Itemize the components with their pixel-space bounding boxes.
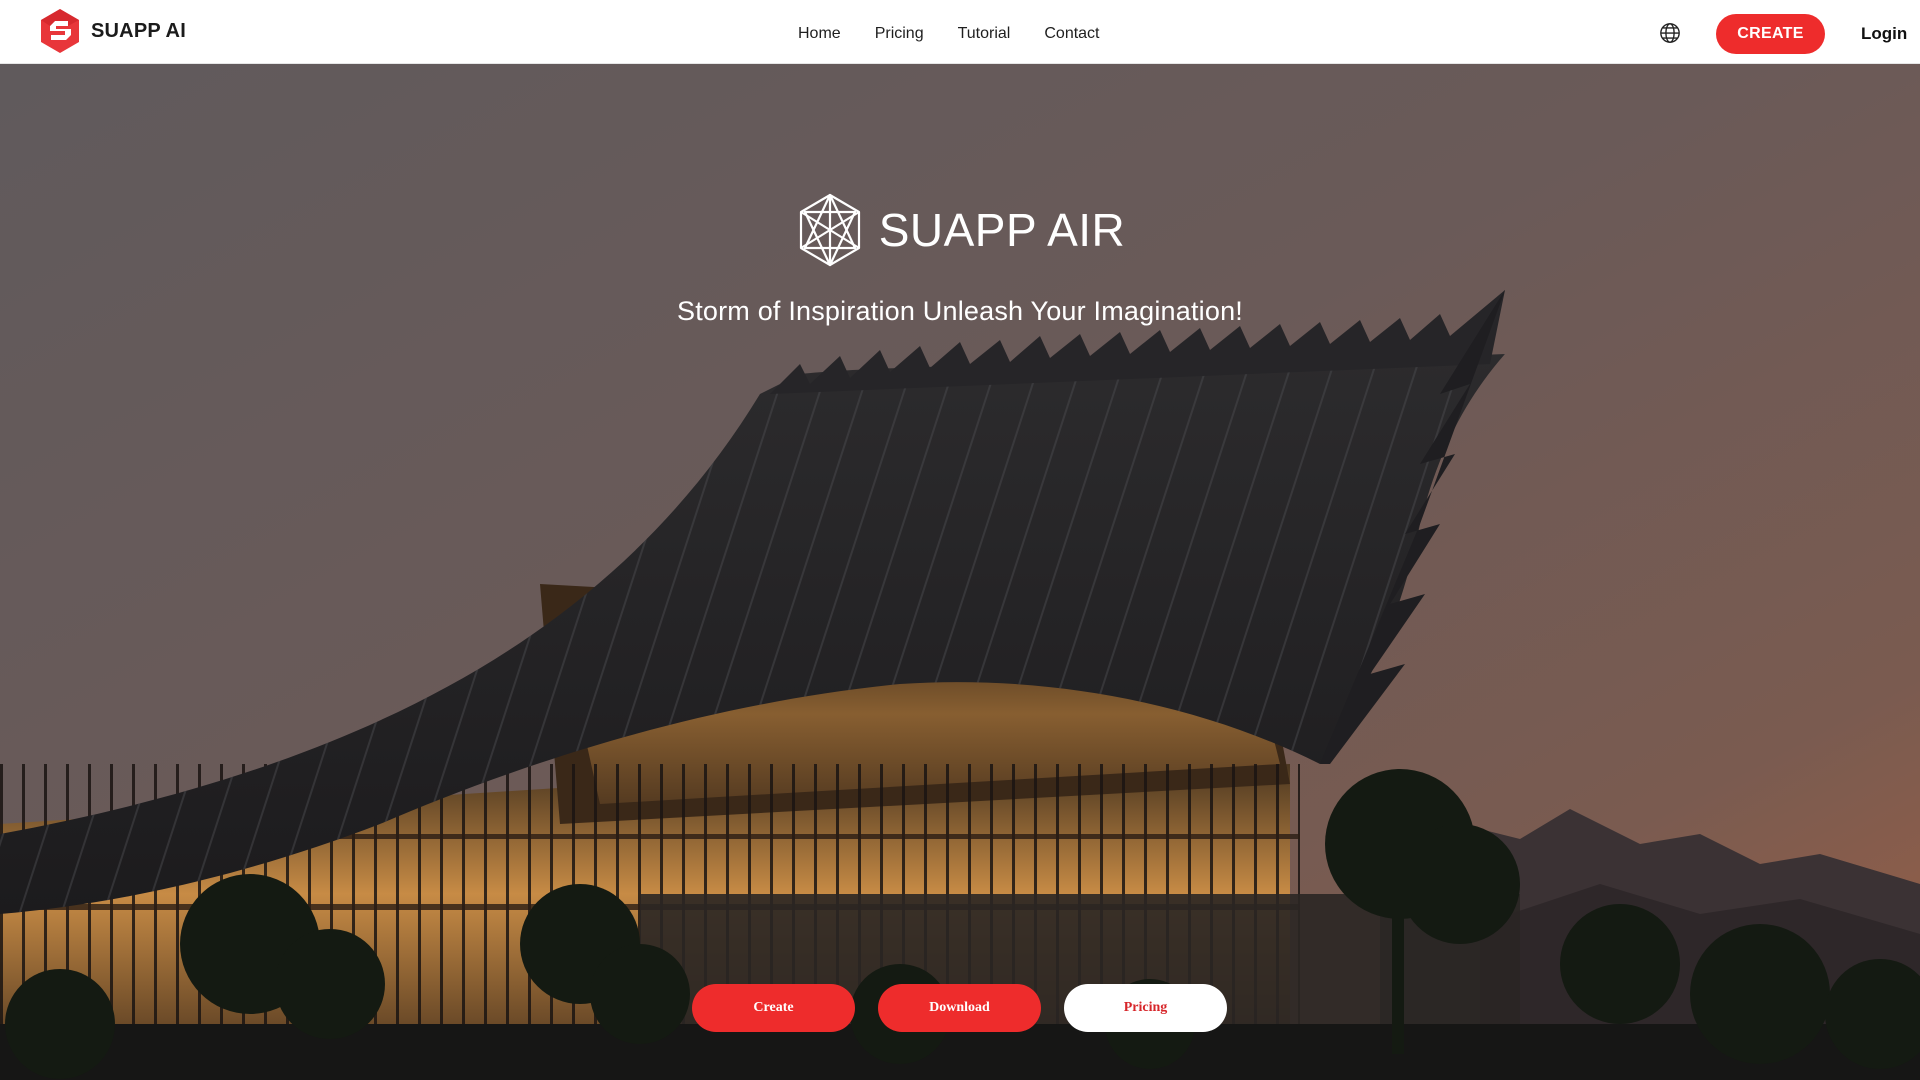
hero-create-button[interactable]: Create	[692, 984, 855, 1032]
nav-home[interactable]: Home	[798, 22, 841, 46]
hero-title-row: SUAPP AIR	[0, 190, 1920, 270]
brand-name: SUAPP AI	[91, 19, 186, 42]
suapp-logo-icon	[41, 9, 79, 53]
hero-cta-row: Create Download Pricing	[692, 984, 1227, 1032]
header-create-button[interactable]: CREATE	[1716, 14, 1825, 54]
hero-section: SUAPP AIR Storm of Inspiration Unleash Y…	[0, 64, 1920, 1080]
globe-icon[interactable]	[1659, 22, 1681, 44]
hero-title: SUAPP AIR	[878, 204, 1126, 256]
hero-pricing-button[interactable]: Pricing	[1064, 984, 1227, 1032]
hero-title-group: SUAPP AIR	[797, 192, 1126, 268]
brand-home-link[interactable]: SUAPP AI	[38, 7, 186, 55]
nav-contact[interactable]: Contact	[1044, 22, 1099, 46]
nav-tutorial[interactable]: Tutorial	[958, 22, 1011, 46]
login-link[interactable]: Login	[1861, 22, 1907, 46]
geometric-star-icon	[799, 193, 860, 267]
hero-subtitle: Storm of Inspiration Unleash Your Imagin…	[676, 296, 1244, 326]
top-navigation-bar: SUAPP AI Home Pricing Tutorial Contact C…	[0, 0, 1920, 64]
nav-pricing[interactable]: Pricing	[875, 22, 924, 46]
hero-download-button[interactable]: Download	[878, 984, 1041, 1032]
main-nav: Home Pricing Tutorial Contact	[798, 22, 1100, 46]
